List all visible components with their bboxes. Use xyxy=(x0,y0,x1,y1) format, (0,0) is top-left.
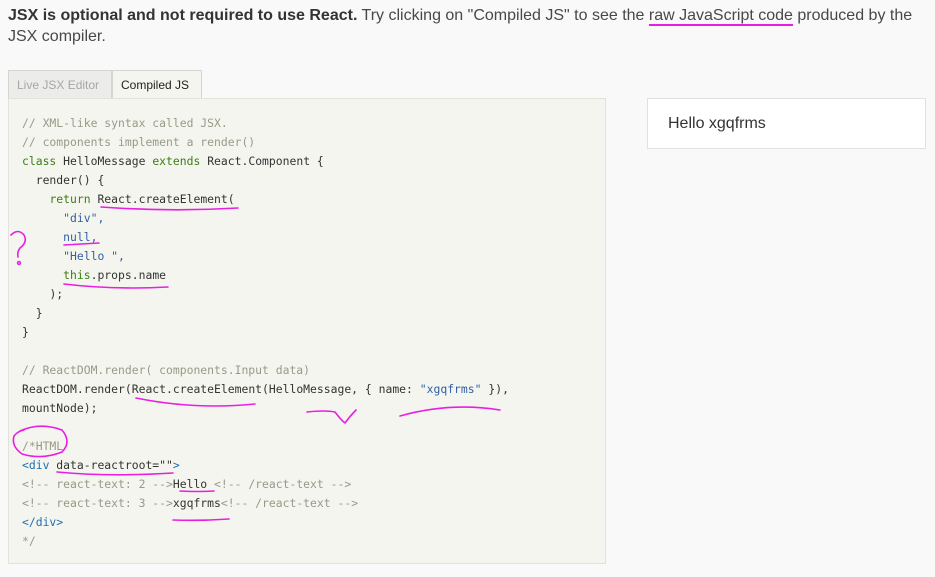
code-create-element: React.createElement( xyxy=(97,192,235,206)
code-comment-line: // components implement a render() xyxy=(22,135,256,149)
code-render-call-suffix: }), xyxy=(481,382,509,396)
code-extends-name: React.Component { xyxy=(207,154,324,168)
code-mount-node: mountNode); xyxy=(22,401,98,415)
code-react-text-comment: <!-- react-text: 2 --> xyxy=(22,477,173,491)
code-null: null, xyxy=(63,230,98,244)
code-props-name: .props.name xyxy=(90,268,167,282)
tab-compiled-js[interactable]: Compiled JS xyxy=(112,70,202,98)
code-div-open-end: > xyxy=(172,458,180,472)
tab-live-jsx-editor[interactable]: Live JSX Editor xyxy=(8,70,112,98)
code-comment-line: // ReactDOM.render( components.Input dat… xyxy=(22,363,311,377)
code-close-brace: } xyxy=(22,325,29,339)
code-string: "div", xyxy=(63,211,105,225)
code-close-paren: ); xyxy=(49,287,64,301)
code-close-brace: } xyxy=(35,306,43,320)
code-render-signature: render() { xyxy=(35,173,105,187)
compiled-code-panel[interactable]: // XML-like syntax called JSX. // compon… xyxy=(8,98,606,564)
code-react-text-comment: <!-- /react-text --> xyxy=(207,477,352,491)
code-string: "Hello ", xyxy=(63,249,125,263)
code-react-text-name: xgqfrms xyxy=(172,496,221,510)
code-keyword: extends xyxy=(152,154,201,168)
code-comment-line: // XML-like syntax called JSX. xyxy=(22,116,228,130)
output-text: Hello xgqfrms xyxy=(668,115,766,132)
code-react-text-comment: <!-- react-text: 3 --> xyxy=(22,496,173,510)
output-panel: Hello xgqfrms xyxy=(647,98,926,149)
code-keyword: return xyxy=(49,192,91,206)
intro-raw-js-link: raw JavaScript code xyxy=(648,7,793,26)
code-div-close: </div> xyxy=(22,515,64,529)
code-keyword: this xyxy=(63,268,91,282)
intro-bold: JSX is optional and not required to use … xyxy=(8,7,358,24)
code-render-call-prefix: ReactDOM.render( xyxy=(22,382,132,396)
code-render-call-create: React.createElement(HelloMessage, { name… xyxy=(131,382,420,396)
code-react-text-comment: <!-- /react-text --> xyxy=(220,496,359,510)
code-string: "xgqfrms" xyxy=(419,382,482,396)
code-html-comment-open: /*HTML xyxy=(22,439,64,453)
code-keyword: class xyxy=(22,154,57,168)
compiled-code: // XML-like syntax called JSX. // compon… xyxy=(22,114,509,551)
code-div-open: <div xyxy=(22,458,57,472)
code-div-attr: data-reactroot="" xyxy=(56,458,173,472)
code-html-comment-close: */ xyxy=(22,534,36,548)
intro-text-before: Try clicking on "Compiled JS" to see the xyxy=(357,7,649,24)
intro-paragraph: JSX is optional and not required to use … xyxy=(8,5,928,47)
code-class-name: HelloMessage xyxy=(63,154,146,168)
code-react-text-hello: Hello xyxy=(172,477,208,491)
